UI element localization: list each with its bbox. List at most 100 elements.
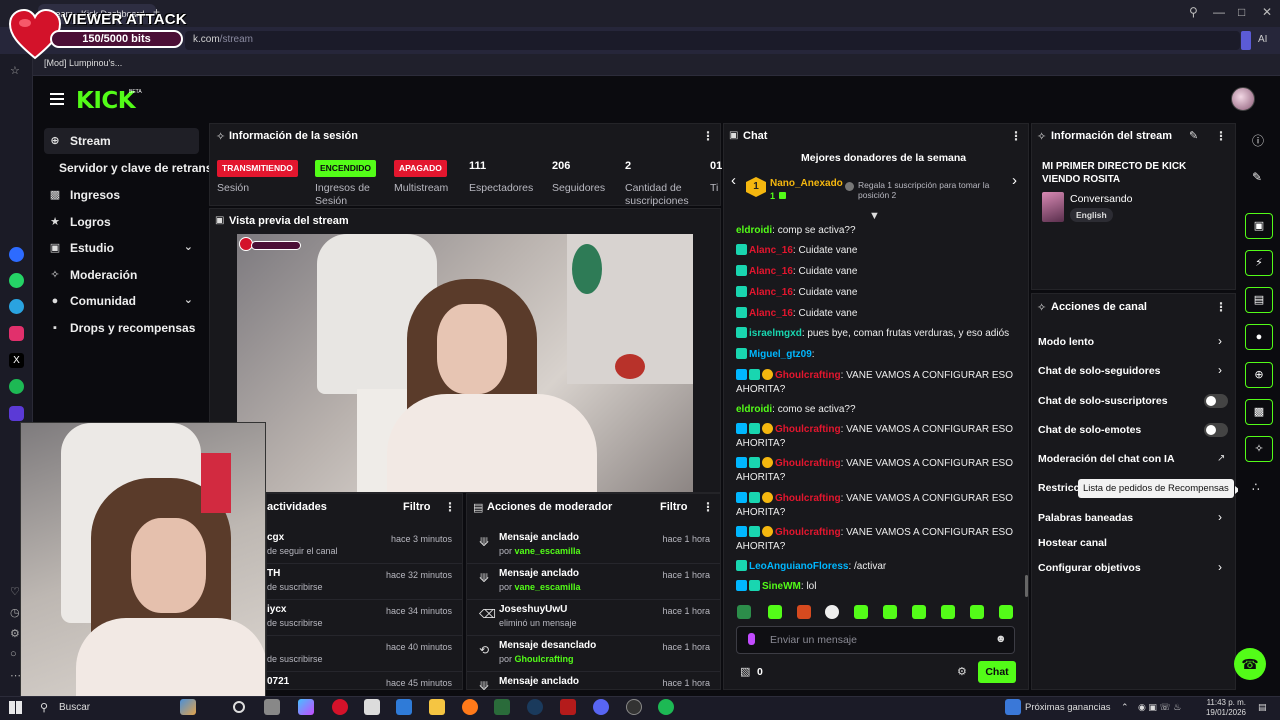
steam-icon[interactable] bbox=[527, 699, 543, 715]
close-icon[interactable]: ✕ bbox=[1262, 5, 1272, 19]
wrench-icon[interactable]: ✧ bbox=[1245, 436, 1273, 462]
emote-icon[interactable] bbox=[768, 605, 782, 619]
gear-icon[interactable]: ⚙ bbox=[957, 665, 967, 678]
chat-message[interactable]: israelmgxd: pues bye, coman frutas verdu… bbox=[736, 327, 1026, 341]
sidebar-item-stream[interactable]: ⊕ Stream bbox=[44, 128, 199, 154]
chat-message[interactable]: eldroidi: comp se activa?? bbox=[736, 224, 1026, 238]
info-icon[interactable]: ⓘ bbox=[1252, 132, 1264, 149]
kebab-menu-icon[interactable]: ⋮ bbox=[702, 129, 714, 143]
storage-icon[interactable]: ▩ bbox=[1245, 399, 1273, 425]
action-host-channel[interactable]: Hostear canal bbox=[1038, 537, 1107, 549]
chat-username[interactable]: israelmgxd bbox=[749, 328, 802, 339]
action-followers-only[interactable]: Chat de solo-seguidores bbox=[1038, 365, 1161, 377]
chevron-right-icon[interactable]: › bbox=[1218, 510, 1222, 524]
chat-icon[interactable]: ● bbox=[1245, 324, 1273, 350]
chat-message[interactable]: Ghoulcrafting: VANE VAMOS A CONFIGURAR E… bbox=[736, 457, 1026, 485]
chat-username[interactable]: Miguel_gtz09 bbox=[749, 349, 812, 360]
category-name[interactable]: Conversando bbox=[1070, 193, 1132, 205]
external-link-icon[interactable]: ↗ bbox=[1217, 453, 1225, 464]
action-subs-only[interactable]: Chat de solo-suscriptores bbox=[1038, 395, 1168, 407]
maximize-icon[interactable]: □ bbox=[1238, 5, 1245, 19]
xbox-icon[interactable] bbox=[494, 699, 510, 715]
chevron-up-icon[interactable]: ⌃ bbox=[1121, 702, 1129, 713]
emoji-icon[interactable]: ☻ bbox=[995, 633, 1007, 645]
chat-username[interactable]: eldroidi bbox=[736, 225, 772, 236]
stream-video[interactable] bbox=[237, 234, 693, 492]
clock-time[interactable]: 11:43 p. m. bbox=[1203, 698, 1246, 707]
mod-user[interactable]: vane_escamilla bbox=[515, 546, 581, 556]
chat-message[interactable]: Alanc_16: Cuidate vane bbox=[736, 307, 1026, 321]
whatsapp-icon[interactable] bbox=[9, 273, 24, 288]
weather-widget-icon[interactable] bbox=[180, 699, 196, 715]
chat-username[interactable]: SineWM bbox=[762, 581, 801, 592]
chat-message[interactable]: Ghoulcrafting: VANE VAMOS A CONFIGURAR E… bbox=[736, 526, 1026, 554]
chat-username[interactable]: Ghoulcrafting bbox=[775, 527, 841, 538]
action-emotes-only[interactable]: Chat de solo-emotes bbox=[1038, 424, 1141, 436]
game-launcher-icon[interactable] bbox=[560, 699, 576, 715]
chat-message[interactable]: Ghoulcrafting: VANE VAMOS A CONFIGURAR E… bbox=[736, 492, 1026, 520]
player-icon[interactable] bbox=[9, 406, 24, 421]
kebab-menu-icon[interactable]: ⋮ bbox=[1010, 129, 1022, 143]
bulb-icon[interactable]: ○ bbox=[10, 648, 17, 660]
sidebar-item-ingresos[interactable]: ▩ Ingresos bbox=[44, 182, 199, 208]
chat-message[interactable]: Alanc_16: Cuidate vane bbox=[736, 244, 1026, 258]
emote-icon[interactable] bbox=[797, 605, 811, 619]
firefox-icon[interactable] bbox=[462, 699, 478, 715]
taskbar-news[interactable]: Próximas ganancias bbox=[1025, 702, 1111, 713]
widgets-icon[interactable] bbox=[264, 699, 280, 715]
copilot-icon[interactable] bbox=[298, 699, 314, 715]
sidebar-item-logros[interactable]: ★ Logros bbox=[44, 209, 199, 235]
tray-icons[interactable]: ◉ ▣ ☏ ♨ bbox=[1138, 702, 1181, 713]
mail-icon[interactable] bbox=[396, 699, 412, 715]
action-ai-moderation[interactable]: Moderación del chat con IA bbox=[1038, 453, 1175, 465]
list-item[interactable]: iycx de suscribirse hace 34 minutos bbox=[267, 600, 462, 636]
chat-message[interactable]: Ghoulcrafting: VANE VAMOS A CONFIGURAR E… bbox=[736, 369, 1026, 397]
search-icon[interactable]: ⚲ bbox=[1189, 5, 1198, 19]
list-item[interactable]: ⟱ Mensaje anclado por vane_escamilla hace 1… bbox=[467, 528, 720, 564]
kebab-menu-icon[interactable]: ⋮ bbox=[444, 500, 456, 514]
filter-button[interactable]: Filtro bbox=[403, 501, 431, 513]
clip-icon[interactable]: ▣ bbox=[1245, 213, 1273, 239]
support-headset-icon[interactable]: ☎ bbox=[1234, 648, 1266, 680]
sidebar-item-server-key[interactable]: Servidor y clave de retransm bbox=[44, 155, 223, 181]
hamburger-menu-icon[interactable] bbox=[50, 93, 64, 105]
emote-icon[interactable] bbox=[970, 605, 984, 619]
broadcast-icon[interactable]: ⊕ bbox=[1245, 362, 1273, 388]
subs-only-toggle[interactable] bbox=[1204, 394, 1228, 408]
mic-icon[interactable] bbox=[748, 633, 755, 645]
document-icon[interactable]: ▤ bbox=[1245, 287, 1273, 313]
chat-username[interactable]: Alanc_16 bbox=[749, 245, 793, 256]
chat-username[interactable]: Ghoulcrafting bbox=[775, 493, 841, 504]
opera-icon[interactable] bbox=[332, 699, 348, 715]
settings-icon[interactable]: ⚙ bbox=[10, 627, 20, 640]
discord-icon[interactable] bbox=[593, 699, 609, 715]
chat-username[interactable]: Ghoulcrafting bbox=[775, 370, 841, 381]
send-chat-button[interactable]: Chat bbox=[978, 661, 1016, 683]
messenger-icon[interactable] bbox=[9, 247, 24, 262]
sidebar-item-moderacion[interactable]: ✧ Moderación bbox=[44, 262, 199, 288]
chat-username[interactable]: Alanc_16 bbox=[749, 266, 793, 277]
chat-message[interactable]: LeoAnguianoFloress: /activar bbox=[736, 560, 1026, 574]
emote-icon[interactable] bbox=[825, 605, 839, 619]
spotify-icon[interactable] bbox=[658, 699, 674, 715]
emote-icon[interactable] bbox=[737, 605, 751, 619]
obs-icon[interactable] bbox=[626, 699, 642, 715]
top-donor-name[interactable]: Nano_Anexado bbox=[770, 178, 843, 189]
action-slow-mode[interactable]: Modo lento bbox=[1038, 336, 1094, 348]
emotes-only-toggle[interactable] bbox=[1204, 423, 1228, 437]
kick-logo[interactable]: KICK bbox=[76, 88, 136, 114]
chat-username[interactable]: eldroidi bbox=[736, 404, 772, 415]
chat-message[interactable]: Miguel_gtz09: bbox=[736, 348, 1026, 362]
instagram-icon[interactable] bbox=[9, 326, 24, 341]
mod-user[interactable]: Ghoulcrafting bbox=[515, 654, 574, 664]
star-icon[interactable]: ☆ bbox=[10, 64, 20, 77]
heart-icon[interactable]: ♡ bbox=[10, 585, 20, 598]
rewards-icon[interactable]: ∴ bbox=[1252, 480, 1260, 494]
spotify-icon[interactable] bbox=[9, 379, 24, 394]
filter-button[interactable]: Filtro bbox=[660, 501, 688, 513]
list-item[interactable]: de suscribirse hace 40 minutos bbox=[267, 636, 462, 672]
store-icon[interactable] bbox=[364, 699, 380, 715]
edit-icon[interactable]: ✎ bbox=[1189, 129, 1198, 142]
notifications-icon[interactable]: ▤ bbox=[1258, 702, 1267, 713]
list-item[interactable]: ⌫ JoseshuyUwU eliminó un mensaje hace 1 hor… bbox=[467, 600, 720, 636]
